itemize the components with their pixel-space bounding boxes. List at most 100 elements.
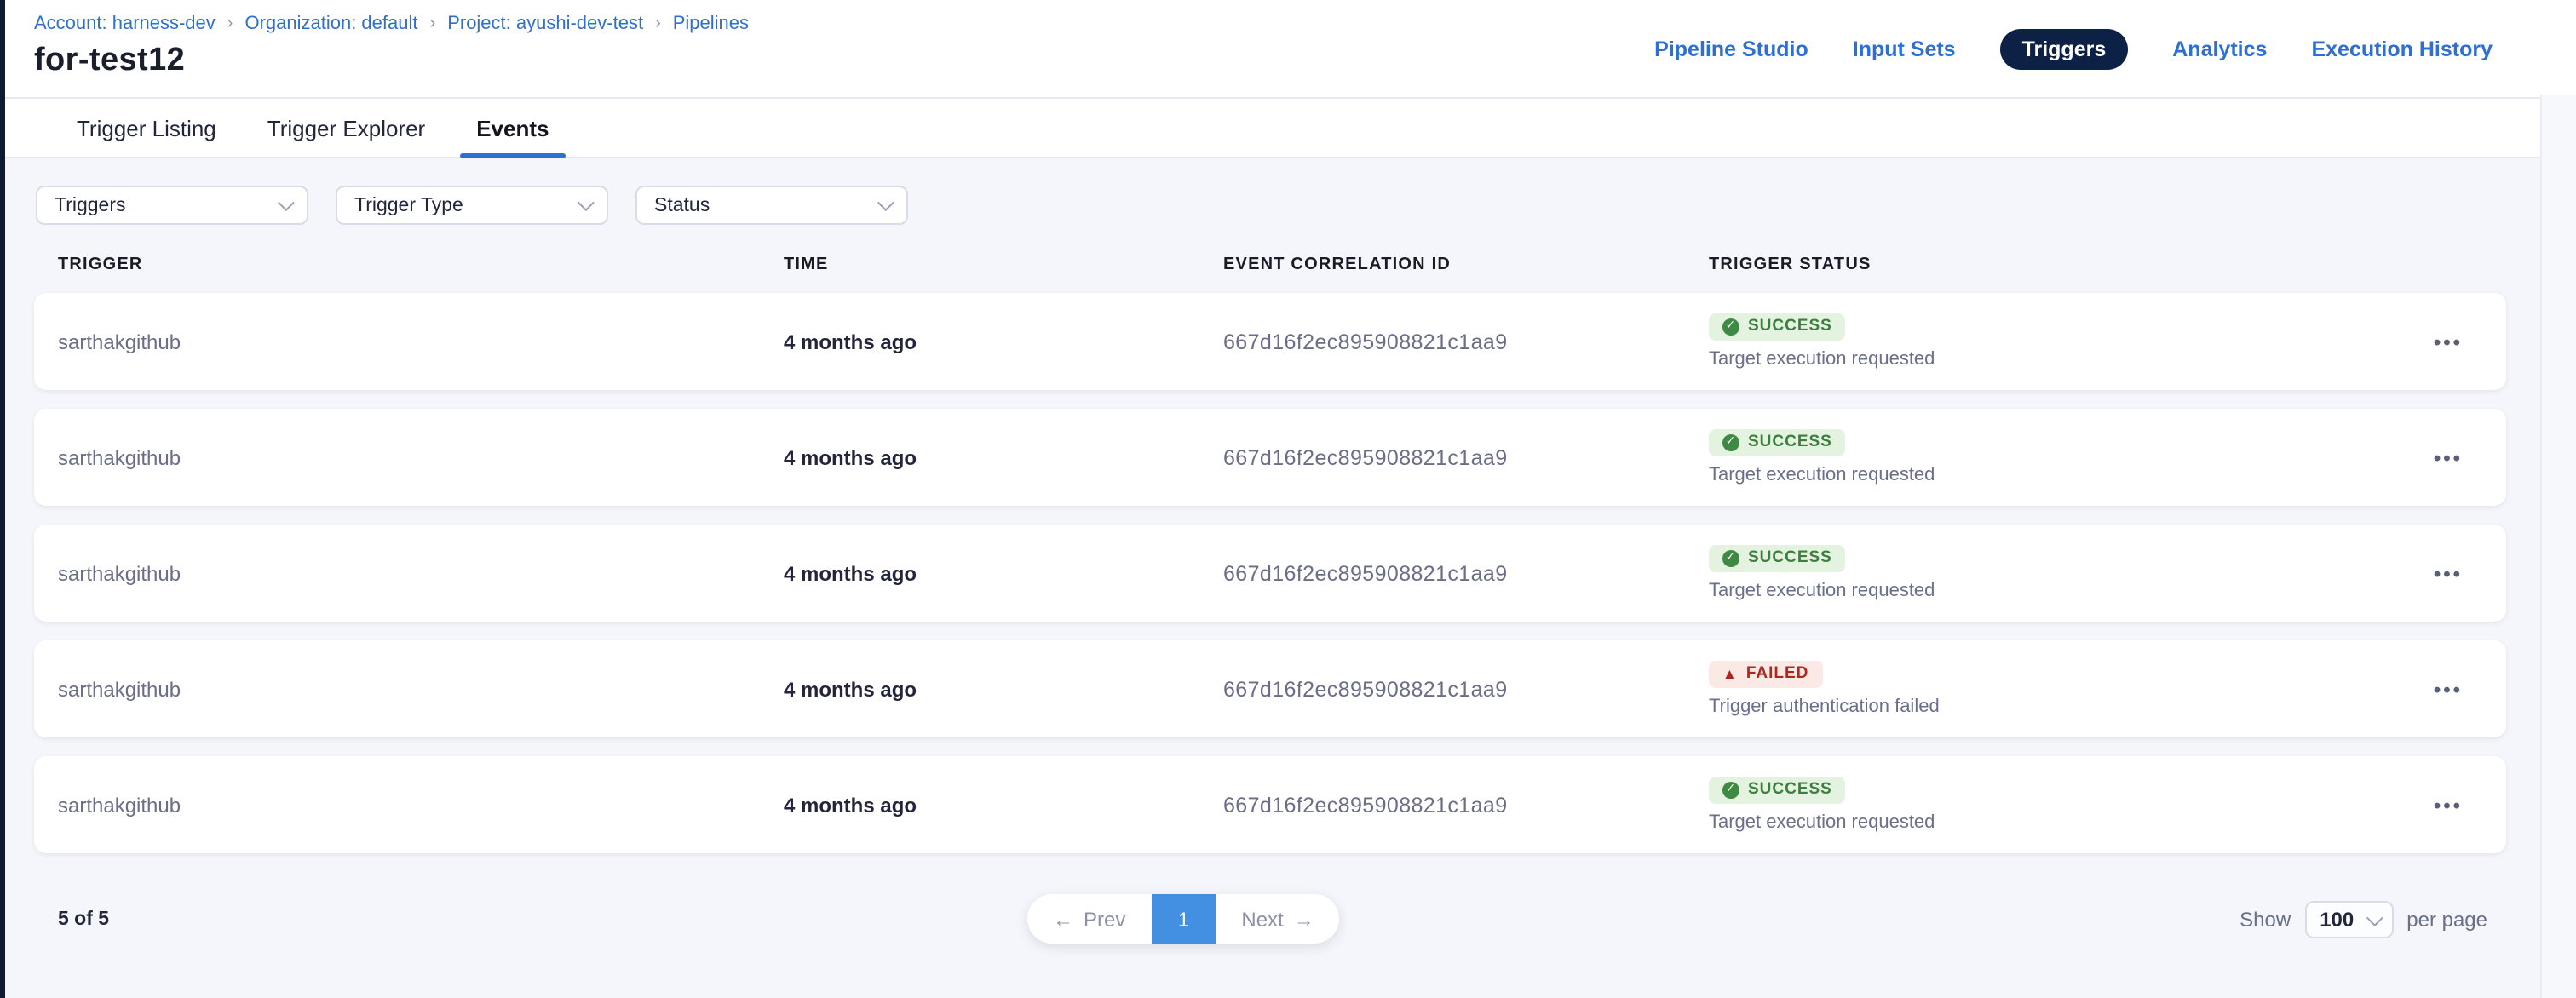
status-label: SUCCESS — [1748, 318, 1832, 336]
status-label: SUCCESS — [1748, 550, 1832, 568]
pagination: ← Prev 1 Next → — [1027, 894, 1340, 944]
event-correlation-id: 667d16f2ec895908821c1aa9 — [1223, 677, 1709, 701]
breadcrumb-separator-icon: › — [655, 14, 661, 32]
nav-input-sets[interactable]: Input Sets — [1853, 37, 1956, 60]
event-time: 4 months ago — [784, 793, 1223, 817]
row-menu-button[interactable]: ••• — [2434, 447, 2463, 467]
event-correlation-id: 667d16f2ec895908821c1aa9 — [1223, 445, 1709, 469]
status-label: FAILED — [1746, 666, 1809, 684]
next-page-button[interactable]: Next → — [1216, 894, 1339, 944]
status-detail: Target execution requested — [1709, 465, 1935, 485]
trigger-status-cell: SUCCESS Target execution requested — [1709, 777, 2414, 834]
breadcrumb-separator-icon: › — [430, 14, 436, 32]
trigger-type-filter-label: Trigger Type — [354, 195, 463, 215]
status-badge: SUCCESS — [1709, 429, 1846, 457]
per-page-label: per page — [2406, 908, 2487, 932]
check-circle-icon — [1722, 318, 1739, 336]
page-header: Account: harness-dev › Organization: def… — [0, 0, 2576, 97]
scrollbar-track[interactable] — [2540, 95, 2576, 998]
row-count: 5 of 5 — [58, 909, 109, 930]
table-row[interactable]: sarthakgithub 4 months ago 667d16f2ec895… — [34, 756, 2506, 853]
check-circle-icon — [1722, 550, 1739, 567]
table-footer: 5 of 5 ← Prev 1 Next → Show 100 per page — [0, 894, 2540, 945]
column-header-trigger: TRIGGER — [58, 255, 784, 274]
events-content: Triggers Trigger Type Status TRIGGER TIM… — [0, 158, 2540, 998]
column-header-event-correlation-id: EVENT CORRELATION ID — [1223, 255, 1709, 274]
breadcrumb-separator-icon: › — [227, 14, 233, 32]
breadcrumb-project-link[interactable]: Project: ayushi-dev-test — [447, 14, 643, 34]
pipeline-triggers-events-page: Account: harness-dev › Organization: def… — [0, 0, 2576, 998]
status-detail: Trigger authentication failed — [1709, 697, 1940, 717]
prev-page-button[interactable]: ← Prev — [1027, 894, 1151, 944]
trigger-type-filter-select[interactable]: Trigger Type — [336, 186, 608, 225]
trigger-status-cell: SUCCESS Target execution requested — [1709, 313, 2414, 370]
check-circle-icon — [1722, 782, 1739, 799]
row-menu-button[interactable]: ••• — [2434, 331, 2463, 352]
event-time: 4 months ago — [784, 330, 1223, 353]
table-row[interactable]: sarthakgithub 4 months ago 667d16f2ec895… — [34, 525, 2506, 622]
column-header-trigger-status: TRIGGER STATUS — [1709, 255, 2414, 274]
breadcrumb-organization-link[interactable]: Organization: default — [244, 14, 417, 34]
breadcrumb-account-link[interactable]: Account: harness-dev — [34, 14, 216, 34]
event-time: 4 months ago — [784, 677, 1223, 701]
row-menu-button[interactable]: ••• — [2434, 563, 2463, 583]
tab-trigger-explorer[interactable]: Trigger Explorer — [267, 99, 425, 157]
event-time: 4 months ago — [784, 561, 1223, 585]
triggers-filter-select[interactable]: Triggers — [36, 186, 308, 225]
triggers-tabs: Trigger Listing Trigger Explorer Events — [0, 97, 2540, 158]
current-page-button[interactable]: 1 — [1151, 894, 1216, 944]
status-label: SUCCESS — [1748, 782, 1832, 800]
status-detail: Target execution requested — [1709, 349, 1935, 370]
tab-trigger-listing[interactable]: Trigger Listing — [77, 99, 216, 157]
status-badge: FAILED — [1709, 661, 1822, 689]
status-badge: SUCCESS — [1709, 777, 1846, 805]
trigger-name: sarthakgithub — [58, 330, 784, 353]
event-correlation-id: 667d16f2ec895908821c1aa9 — [1223, 330, 1709, 353]
status-filter-select[interactable]: Status — [635, 186, 908, 225]
row-menu-button[interactable]: ••• — [2434, 794, 2463, 815]
page-size-select[interactable]: 100 — [2304, 901, 2393, 938]
table-row[interactable]: sarthakgithub 4 months ago 667d16f2ec895… — [34, 293, 2506, 390]
trigger-name: sarthakgithub — [58, 677, 784, 701]
tab-events[interactable]: Events — [476, 99, 549, 157]
nav-analytics[interactable]: Analytics — [2172, 37, 2267, 60]
table-row[interactable]: sarthakgithub 4 months ago 667d16f2ec895… — [34, 640, 2506, 737]
page-size-control: Show 100 per page — [2240, 901, 2487, 938]
status-detail: Target execution requested — [1709, 581, 1935, 601]
status-badge: SUCCESS — [1709, 545, 1846, 573]
nav-execution-history[interactable]: Execution History — [2311, 37, 2493, 60]
status-badge: SUCCESS — [1709, 313, 1846, 341]
chevron-down-icon — [578, 194, 595, 211]
status-label: SUCCESS — [1748, 434, 1832, 452]
row-menu-button[interactable]: ••• — [2434, 679, 2463, 699]
arrow-left-icon: ← — [1053, 907, 1073, 931]
event-correlation-id: 667d16f2ec895908821c1aa9 — [1223, 561, 1709, 585]
nav-pipeline-studio[interactable]: Pipeline Studio — [1654, 37, 1808, 60]
trigger-status-cell: SUCCESS Target execution requested — [1709, 429, 2414, 486]
table-row[interactable]: sarthakgithub 4 months ago 667d16f2ec895… — [34, 409, 2506, 506]
trigger-status-cell: FAILED Trigger authentication failed — [1709, 661, 2414, 718]
nav-triggers[interactable]: Triggers — [2000, 28, 2129, 69]
chevron-down-icon — [278, 194, 295, 211]
collapsed-sidebar-edge — [0, 0, 5, 998]
event-correlation-id: 667d16f2ec895908821c1aa9 — [1223, 793, 1709, 817]
status-filter-label: Status — [654, 195, 710, 215]
warning-icon — [1722, 667, 1738, 681]
breadcrumb-pipelines-link[interactable]: Pipelines — [673, 14, 749, 34]
chevron-down-icon — [877, 194, 894, 211]
pipeline-section-nav: Pipeline Studio Input Sets Triggers Anal… — [1654, 0, 2493, 97]
trigger-name: sarthakgithub — [58, 793, 784, 817]
check-circle-icon — [1722, 434, 1739, 451]
filters-row: Triggers Trigger Type Status — [36, 186, 2540, 225]
column-header-time: TIME — [784, 255, 1223, 274]
chevron-down-icon — [2366, 909, 2383, 926]
triggers-filter-label: Triggers — [55, 195, 126, 215]
show-label: Show — [2240, 908, 2291, 932]
trigger-status-cell: SUCCESS Target execution requested — [1709, 545, 2414, 602]
trigger-name: sarthakgithub — [58, 561, 784, 585]
table-header-row: TRIGGER TIME EVENT CORRELATION ID TRIGGE… — [58, 255, 2482, 274]
trigger-name: sarthakgithub — [58, 445, 784, 469]
arrow-right-icon: → — [1294, 907, 1314, 931]
status-detail: Target execution requested — [1709, 812, 1935, 833]
events-table: sarthakgithub 4 months ago 667d16f2ec895… — [34, 293, 2506, 853]
